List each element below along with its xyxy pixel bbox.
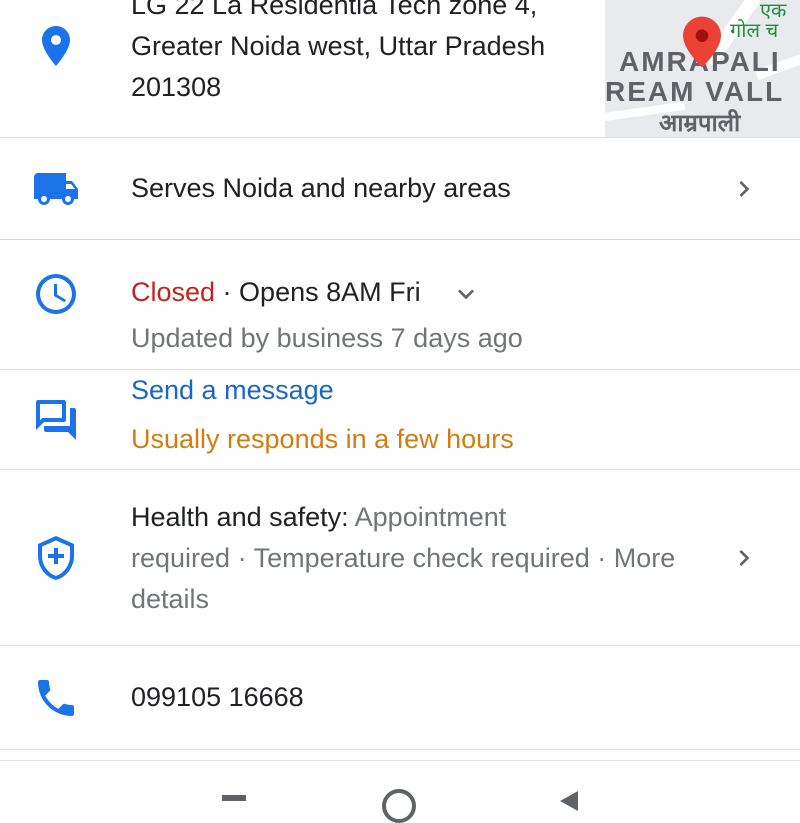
chevron-right-icon[interactable] [728, 173, 760, 205]
location-pin-icon [32, 22, 80, 70]
hours-line: Closed · Opens 8AM Fri [131, 272, 421, 313]
hours-updated-text: Updated by business 7 days ago [131, 323, 523, 353]
chevron-right-icon[interactable] [728, 542, 760, 574]
address-line-2: Greater Noida west, Uttar Pradesh [131, 31, 546, 61]
hours-separator: · [215, 277, 240, 307]
shield-plus-icon [32, 534, 80, 582]
address-row[interactable]: LG 22 La Residentia Tech zone 4, Greater… [0, 0, 800, 138]
message-row[interactable]: Send a message Usually responds in a few… [0, 370, 800, 470]
health-safety-row[interactable]: Health and safety: Appointment required … [0, 470, 800, 646]
closed-status: Closed [131, 277, 216, 307]
message-bubbles-icon [32, 396, 80, 444]
home-icon[interactable] [382, 789, 416, 823]
chevron-down-icon[interactable] [450, 278, 482, 310]
system-navigation-bar [0, 760, 800, 823]
health-safety-line-3: details [131, 584, 210, 614]
map-thumbnail[interactable]: एक गोल च AMRAPALI REAM VALL आम्रपाली [605, 0, 800, 137]
map-label-hindi-small: गोल च [730, 20, 779, 42]
delivery-truck-icon [32, 165, 80, 213]
opens-time: Opens 8AM Fri [239, 277, 421, 307]
phone-number: 099105 16668 [131, 682, 304, 712]
back-icon[interactable] [560, 791, 578, 811]
phone-icon [32, 674, 80, 722]
map-label-hindi-bottom: आम्रपाली [659, 110, 741, 137]
health-safety-text: Health and safety: Appointment required … [131, 497, 711, 620]
recents-icon[interactable] [222, 795, 246, 801]
clock-icon [32, 270, 80, 318]
map-pin-icon [683, 16, 721, 68]
service-area-row[interactable]: Serves Noida and nearby areas [0, 138, 800, 240]
health-safety-line-2: required · Temperature check required · … [131, 543, 676, 573]
send-message-link[interactable]: Send a message [131, 370, 334, 411]
address-line-3: 201308 [131, 72, 222, 102]
hours-row[interactable]: Closed · Opens 8AM Fri Updated by busine… [0, 240, 800, 370]
address-line-1: LG 22 La Residentia Tech zone 4, [131, 0, 538, 20]
response-time-text: Usually responds in a few hours [131, 424, 514, 454]
service-area-text: Serves Noida and nearby areas [131, 173, 511, 203]
health-safety-label: Health and safety: [131, 502, 349, 532]
address-text: LG 22 La Residentia Tech zone 4, Greater… [131, 0, 591, 108]
map-label-main-2: REAM VALL [605, 76, 785, 107]
phone-row[interactable]: 099105 16668 [0, 646, 800, 750]
health-safety-appointment: Appointment [348, 502, 507, 532]
